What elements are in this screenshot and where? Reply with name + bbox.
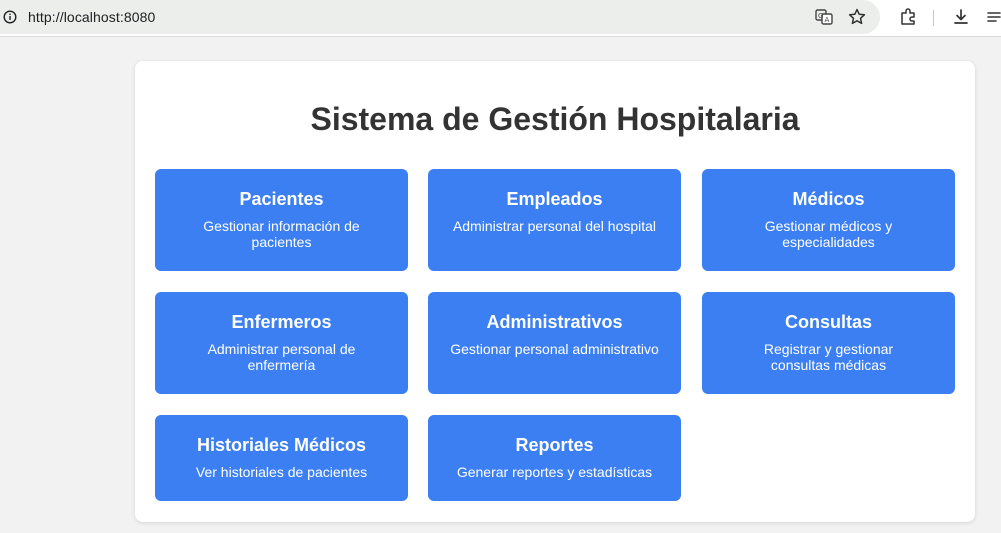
module-description: Gestionar médicos y especialidades (764, 218, 893, 250)
module-title: Empleados (506, 189, 603, 209)
module-title: Reportes (515, 435, 594, 455)
main-card: Sistema de Gestión Hospitalaria Paciente… (135, 61, 975, 522)
module-pacientes[interactable]: Pacientes Gestionar información de pacie… (155, 169, 408, 271)
module-description: Registrar y gestionar consultas médicas (763, 341, 894, 373)
module-consultas[interactable]: Consultas Registrar y gestionar consulta… (702, 292, 955, 394)
page-title: Sistema de Gestión Hospitalaria (310, 101, 800, 137)
module-description: Ver historiales de pacientes (195, 464, 368, 480)
module-description: Administrar personal del hospital (452, 218, 657, 234)
module-title: Pacientes (239, 189, 324, 209)
svg-text:G: G (818, 12, 823, 20)
module-title: Médicos (792, 189, 865, 209)
module-medicos[interactable]: Médicos Gestionar médicos y especialidad… (702, 169, 955, 271)
star-icon[interactable] (847, 7, 867, 27)
info-icon[interactable] (3, 10, 17, 24)
module-description: Generar reportes y estadísticas (456, 464, 653, 480)
translate-icon[interactable]: G A (814, 7, 834, 27)
url-text[interactable]: http://localhost:8080 (28, 9, 155, 25)
browser-toolbar: http://localhost:8080 G A (0, 0, 1001, 37)
module-empleados[interactable]: Empleados Administrar personal del hospi… (428, 169, 681, 271)
module-title: Consultas (784, 312, 872, 332)
menu-icon[interactable] (986, 7, 1001, 27)
extensions-icon[interactable] (898, 7, 918, 27)
module-title: Administrativos (486, 312, 623, 332)
module-title: Enfermeros (231, 312, 332, 332)
module-administrativos[interactable]: Administrativos Gestionar personal admin… (428, 292, 681, 394)
module-enfermeros[interactable]: Enfermeros Administrar personal de enfer… (155, 292, 408, 394)
svg-text:A: A (825, 16, 830, 24)
module-description: Gestionar información de pacientes (203, 218, 360, 250)
module-historiales-medicos[interactable]: Historiales Médicos Ver historiales de p… (155, 415, 408, 501)
address-bar[interactable]: http://localhost:8080 G A (0, 0, 880, 34)
module-title: Historiales Médicos (196, 435, 367, 455)
module-description: Gestionar personal administrativo (450, 341, 659, 357)
module-reportes[interactable]: Reportes Generar reportes y estadísticas (428, 415, 681, 501)
toolbar-separator (933, 10, 934, 26)
download-icon[interactable] (951, 7, 971, 27)
page-body: Sistema de Gestión Hospitalaria Paciente… (0, 38, 1001, 533)
module-description: Administrar personal de enfermería (207, 341, 356, 373)
